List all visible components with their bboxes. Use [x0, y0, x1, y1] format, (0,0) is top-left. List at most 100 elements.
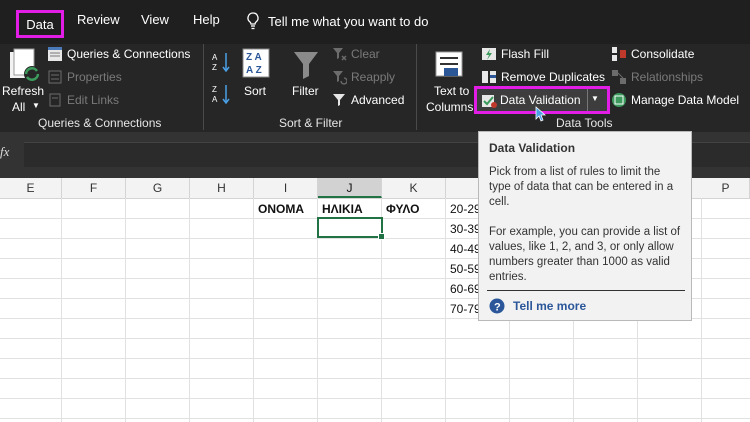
reapply-icon — [331, 69, 348, 85]
tooltip-example: For example, you can provide a list of v… — [489, 226, 681, 283]
cell-age-range[interactable]: 20-29 — [450, 202, 481, 216]
group-label-data-tools: Data Tools — [556, 116, 613, 130]
group-separator — [203, 44, 204, 130]
text-to-columns-button[interactable]: Text to Columns — [426, 48, 476, 114]
advanced-filter-icon — [331, 92, 347, 108]
cell-age-range[interactable]: 60-69 — [450, 282, 481, 296]
tab-data[interactable]: Data — [16, 10, 64, 38]
relationships-button[interactable]: Relationships — [611, 69, 703, 85]
refresh-all-icon — [10, 48, 40, 82]
column-header-k[interactable]: K — [382, 178, 446, 198]
reapply-label: Reapply — [351, 70, 396, 84]
properties-label: Properties — [67, 70, 122, 84]
column-header-f[interactable]: F — [62, 178, 126, 198]
column-header-j[interactable]: J — [318, 178, 382, 198]
refresh-label-2: All — [12, 100, 26, 114]
tab-review[interactable]: Review — [77, 12, 120, 27]
sort-dialog-icon: Z A A Z — [242, 48, 270, 78]
data-validation-tooltip: Data Validation Pick from a list of rule… — [478, 131, 692, 321]
help-question-icon: ? — [489, 298, 505, 314]
fill-handle[interactable] — [378, 233, 385, 240]
sort-za-icon: ZA — [212, 85, 230, 105]
remove-duplicates-button[interactable]: Remove Duplicates — [481, 69, 605, 85]
tell-me-more-label: Tell me more — [513, 299, 587, 313]
properties-button[interactable]: Properties — [47, 69, 122, 85]
cell-j1[interactable]: ΗΛΙΚΙΑ — [322, 202, 363, 216]
queries-connections-button[interactable]: Queries & Connections — [47, 46, 190, 62]
function-icon[interactable]: fx — [0, 144, 9, 160]
flash-fill-button[interactable]: Flash Fill — [481, 46, 549, 62]
filter-button[interactable]: Filter — [288, 48, 324, 108]
tab-view[interactable]: View — [141, 12, 169, 27]
manage-data-model-button[interactable]: Manage Data Model — [611, 92, 739, 108]
clear-filter-button[interactable]: Clear — [331, 46, 380, 62]
edit-links-label: Edit Links — [67, 93, 120, 107]
tooltip-title: Data Validation — [489, 141, 576, 155]
ribbon-tab-bar: Data Review View Help Tell me what you w… — [0, 0, 750, 44]
svg-text:Z A: Z A — [246, 52, 262, 63]
sort-button[interactable]: Z A A Z Sort — [240, 48, 272, 108]
tell-me-text: Tell me what you want to do — [268, 13, 429, 29]
group-label-queries: Queries & Connections — [38, 116, 162, 130]
mouse-cursor-icon — [535, 106, 547, 122]
advanced-filter-button[interactable]: Advanced — [331, 92, 404, 108]
lightbulb-icon — [247, 12, 259, 30]
refresh-all-button[interactable]: Refresh All ▼ — [2, 48, 44, 114]
tell-me-more-link[interactable]: ? Tell me more — [489, 298, 586, 314]
column-header-e[interactable]: E — [0, 178, 62, 198]
svg-text:Z: Z — [212, 85, 217, 94]
column-header-i[interactable]: I — [254, 178, 318, 198]
tab-data-label: Data — [26, 16, 54, 32]
edit-links-icon — [47, 92, 63, 108]
ribbon: Refresh All ▼ Queries & Connections Prop… — [0, 44, 750, 132]
svg-text:A: A — [212, 95, 218, 104]
cell-age-range[interactable]: 50-59 — [450, 262, 481, 276]
cell-age-range[interactable]: 40-49 — [450, 242, 481, 256]
cell-age-range[interactable]: 30-39 — [450, 222, 481, 236]
advanced-label: Advanced — [351, 93, 405, 107]
cell-age-range[interactable]: 70-79 — [450, 302, 481, 316]
tooltip-divider — [487, 290, 685, 291]
queries-connections-label: Queries & Connections — [67, 47, 191, 61]
reapply-button[interactable]: Reapply — [331, 69, 395, 85]
column-header-g[interactable]: G — [126, 178, 190, 198]
data-validation-icon — [481, 93, 497, 109]
clear-label: Clear — [351, 47, 380, 61]
clear-filter-icon — [331, 46, 347, 62]
text-to-columns-icon — [435, 51, 463, 77]
data-model-icon — [611, 92, 627, 108]
columns-label: Columns — [426, 100, 474, 114]
data-validation-label: Data Validation — [500, 93, 581, 107]
tab-help[interactable]: Help — [193, 12, 220, 27]
column-header-h[interactable]: H — [190, 178, 254, 198]
svg-text:?: ? — [494, 302, 501, 314]
svg-text:Z: Z — [212, 63, 217, 72]
filter-label: Filter — [292, 84, 319, 98]
split-divider — [587, 89, 588, 111]
flash-fill-icon — [481, 46, 497, 62]
consolidate-icon — [611, 46, 627, 62]
sort-az-icon: AZ — [212, 53, 230, 73]
filter-funnel-icon — [294, 52, 318, 79]
consolidate-label: Consolidate — [631, 47, 695, 61]
svg-text:A Z: A Z — [246, 65, 262, 76]
text-to-label: Text to — [434, 84, 470, 98]
active-cell-j2[interactable] — [317, 217, 385, 240]
flash-fill-label: Flash Fill — [501, 47, 550, 61]
cell-k1[interactable]: ΦΥΛΟ — [386, 202, 419, 216]
chevron-down-icon[interactable]: ▼ — [591, 94, 599, 103]
svg-text:A: A — [212, 53, 218, 62]
tooltip-description: Pick from a list of rules to limit the t… — [489, 166, 674, 208]
cell-i1[interactable]: ΟΝΟΜΑ — [258, 202, 304, 216]
sort-label: Sort — [244, 84, 267, 98]
remove-duplicates-label: Remove Duplicates — [501, 70, 606, 84]
relationships-label: Relationships — [631, 70, 704, 84]
column-header-p[interactable]: P — [702, 178, 750, 198]
group-separator — [416, 44, 417, 130]
sort-ascending-buttons[interactable]: AZ ZA — [212, 48, 236, 108]
edit-links-button[interactable]: Edit Links — [47, 92, 119, 108]
group-label-sort-filter: Sort & Filter — [279, 116, 343, 130]
remove-duplicates-icon — [481, 69, 497, 85]
tell-me-search[interactable]: Tell me what you want to do — [246, 12, 428, 30]
consolidate-button[interactable]: Consolidate — [611, 46, 694, 62]
